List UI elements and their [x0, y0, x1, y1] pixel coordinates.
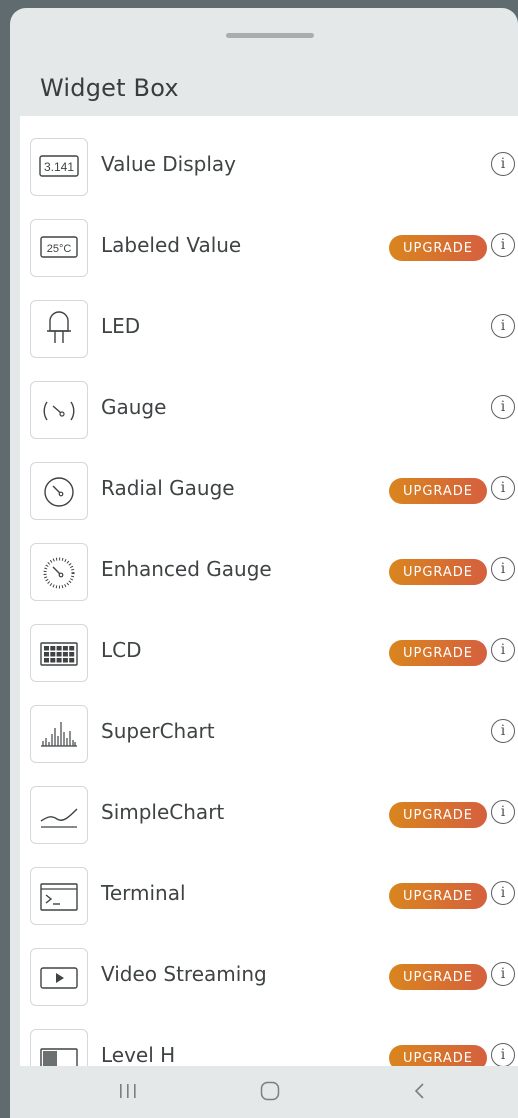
upgrade-badge[interactable]: UPGRADE — [389, 883, 487, 909]
labeled-value-icon: 25°C — [30, 219, 88, 277]
sheet-title: Widget Box — [40, 74, 179, 102]
enhanced-gauge-icon — [30, 543, 88, 601]
upgrade-badge[interactable]: UPGRADE — [389, 235, 487, 261]
info-icon[interactable]: i — [491, 476, 515, 500]
widget-row[interactable]: 25°C Labeled Value UPGRADE i — [20, 197, 518, 278]
widget-label: SuperChart — [101, 719, 215, 743]
widget-label: LCD — [101, 638, 142, 662]
info-icon[interactable]: i — [491, 962, 515, 986]
info-icon[interactable]: i — [491, 719, 515, 743]
widget-row[interactable]: Terminal UPGRADE i — [20, 845, 518, 926]
info-icon[interactable]: i — [491, 1043, 515, 1066]
lcd-icon — [30, 624, 88, 682]
widget-row[interactable]: Gauge i — [20, 359, 518, 440]
radial-gauge-icon — [30, 462, 88, 520]
info-icon[interactable]: i — [491, 800, 515, 824]
widget-label: Labeled Value — [101, 233, 242, 257]
info-icon[interactable]: i — [491, 557, 515, 581]
widget-row[interactable]: LCD UPGRADE i — [20, 602, 518, 683]
widget-label: Gauge — [101, 395, 167, 419]
widget-label: Radial Gauge — [101, 476, 235, 500]
widget-label: Enhanced Gauge — [101, 557, 272, 581]
widget-list[interactable]: 3.141 Value Display i 25°C Labeled Value UPGR… — [20, 116, 518, 1066]
upgrade-badge[interactable]: UPGRADE — [389, 964, 487, 990]
widget-label: Level H — [101, 1043, 176, 1066]
upgrade-badge[interactable]: UPGRADE — [389, 559, 487, 585]
superchart-icon — [30, 705, 88, 763]
info-icon[interactable]: i — [491, 395, 515, 419]
widget-label: Value Display — [101, 152, 236, 176]
gauge-icon — [30, 381, 88, 439]
widget-row[interactable]: 3.141 Value Display i — [20, 116, 518, 197]
upgrade-badge[interactable]: UPGRADE — [389, 802, 487, 828]
value-display-icon: 3.141 — [30, 138, 88, 196]
widget-row[interactable]: LED i — [20, 278, 518, 359]
terminal-icon — [30, 867, 88, 925]
widget-label: SimpleChart — [101, 800, 225, 824]
widget-row[interactable]: Level H UPGRADE i — [20, 1007, 518, 1066]
widget-label: Terminal — [101, 881, 186, 905]
led-icon — [30, 300, 88, 358]
value-display-icon-text: 3.141 — [44, 160, 74, 174]
widget-box-sheet: Widget Box 3.141 Value Display i 25°C Labele… — [10, 8, 518, 1118]
drag-handle[interactable] — [226, 33, 314, 38]
widget-row[interactable]: SimpleChart UPGRADE i — [20, 764, 518, 845]
widget-row[interactable]: Radial Gauge UPGRADE i — [20, 440, 518, 521]
recents-icon[interactable] — [108, 1076, 148, 1106]
home-icon[interactable] — [250, 1076, 290, 1106]
simplechart-icon — [30, 786, 88, 844]
widget-label: Video Streaming — [101, 962, 267, 986]
back-icon[interactable] — [400, 1076, 440, 1106]
upgrade-badge[interactable]: UPGRADE — [389, 1045, 487, 1066]
level-h-icon — [30, 1029, 88, 1066]
video-streaming-icon — [30, 948, 88, 1006]
info-icon[interactable]: i — [491, 233, 515, 257]
system-nav-bar — [10, 1066, 518, 1118]
widget-row[interactable]: Enhanced Gauge UPGRADE i — [20, 521, 518, 602]
widget-label: LED — [101, 314, 141, 338]
widget-row[interactable]: Video Streaming UPGRADE i — [20, 926, 518, 1007]
widget-row[interactable]: SuperChart i — [20, 683, 518, 764]
upgrade-badge[interactable]: UPGRADE — [389, 478, 487, 504]
upgrade-badge[interactable]: UPGRADE — [389, 640, 487, 666]
labeled-value-icon-text: 25°C — [47, 243, 72, 255]
info-icon[interactable]: i — [491, 881, 515, 905]
info-icon[interactable]: i — [491, 152, 515, 176]
info-icon[interactable]: i — [491, 314, 515, 338]
info-icon[interactable]: i — [491, 638, 515, 662]
